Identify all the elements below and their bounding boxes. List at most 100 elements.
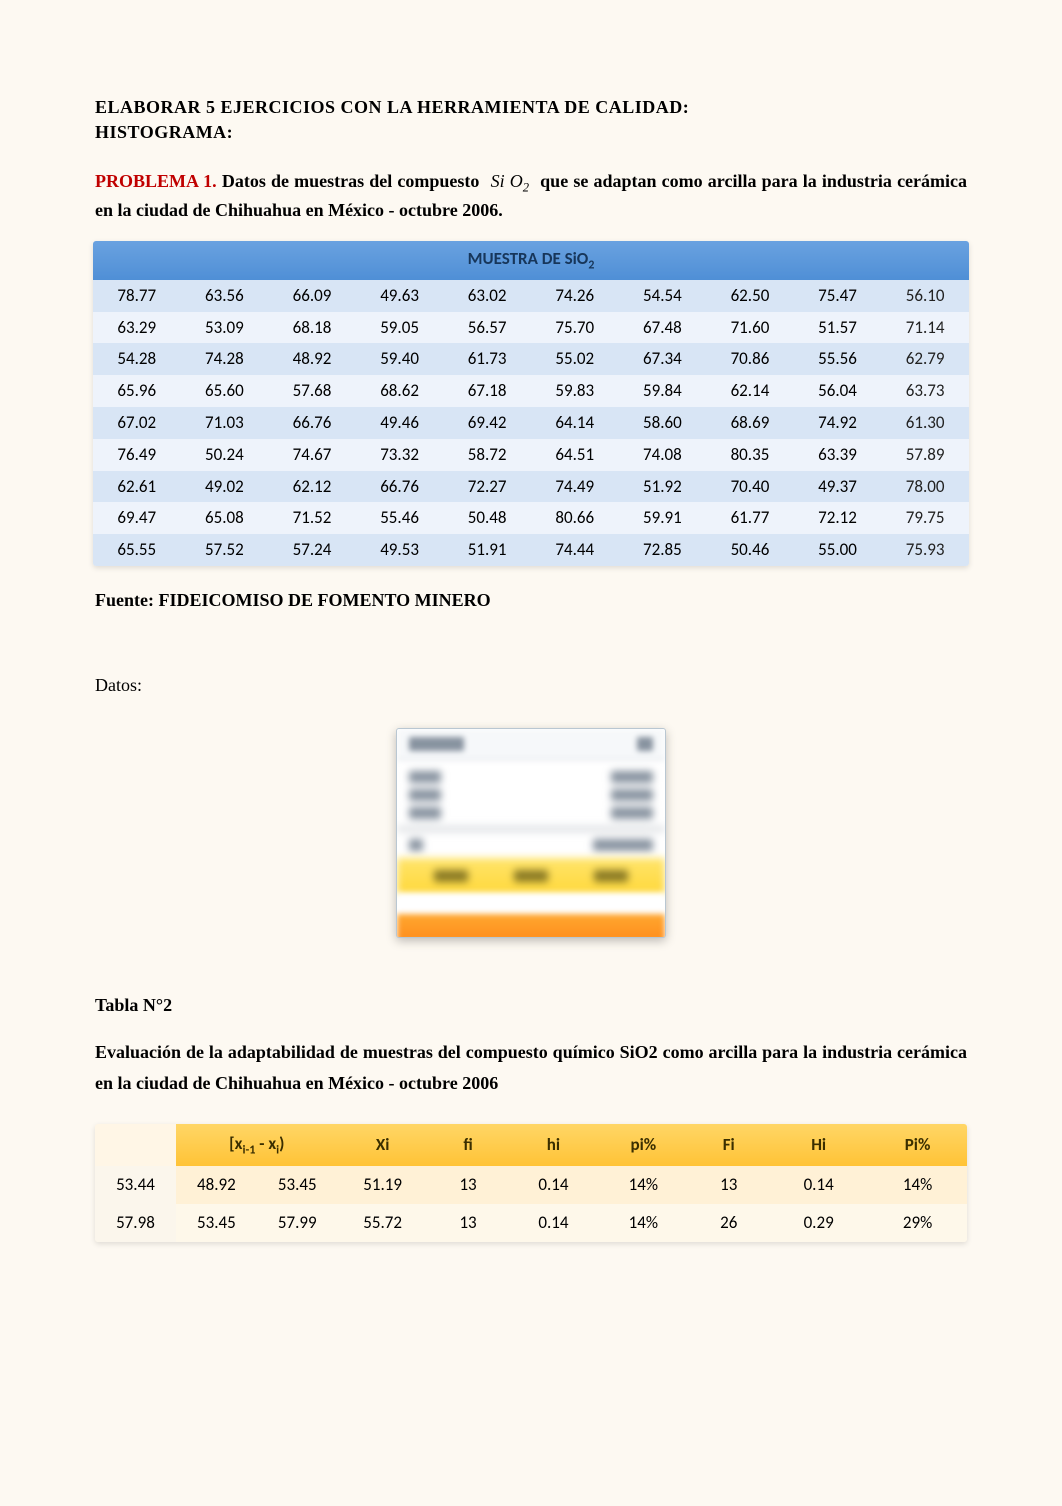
formula-base: Si O	[491, 171, 523, 191]
data-cell: 64.51	[531, 439, 619, 471]
data-cell: 54.28	[93, 343, 181, 375]
data-cell: 53.09	[181, 312, 269, 344]
data-cell: 50.24	[181, 439, 269, 471]
tabla-n2-label: Tabla N°2	[95, 993, 967, 1018]
data-cell: 69.47	[93, 502, 181, 534]
data-cell: 55.72	[338, 1204, 428, 1242]
data-cell: 49.37	[794, 471, 882, 503]
data-cell: 49.46	[356, 407, 444, 439]
data-cell: 65.60	[181, 375, 269, 407]
data-cell: 68.18	[268, 312, 356, 344]
data-cell: 59.84	[619, 375, 707, 407]
data-cell: 63.39	[794, 439, 882, 471]
data-cell: 69.42	[443, 407, 531, 439]
data-cell: 63.73	[881, 375, 969, 407]
data-cell: 67.34	[619, 343, 707, 375]
data-cell: 53.45	[257, 1166, 338, 1204]
data-cell: 54.54	[619, 280, 707, 312]
data-cell: 50.48	[443, 502, 531, 534]
problem-label: PROBLEMA 1.	[95, 171, 217, 191]
table-row: 69.4765.0871.5255.4650.4880.6659.9161.77…	[93, 502, 969, 534]
t2-int-mid: - x	[255, 1133, 276, 1154]
data-cell: 74.49	[531, 471, 619, 503]
data-cell: 50.46	[706, 534, 794, 566]
t2-interval-header: [xi-1 - xi)	[176, 1124, 338, 1167]
data-cell: 29%	[868, 1204, 967, 1242]
data-cell: 67.18	[443, 375, 531, 407]
t2-int-l: [x	[229, 1133, 242, 1154]
data-cell: 74.92	[794, 407, 882, 439]
data-cell: 57.24	[268, 534, 356, 566]
data-cell: 57.68	[268, 375, 356, 407]
data-cell: 71.60	[706, 312, 794, 344]
data-cell: 78.77	[93, 280, 181, 312]
data-cell: 56.04	[794, 375, 882, 407]
muestra-table: MUESTRA DE SiO2 78.7763.5666.0949.6363.0…	[93, 241, 969, 566]
data-cell: 13	[428, 1204, 509, 1242]
t2-pi-header: pi%	[598, 1124, 688, 1167]
table1-title: MUESTRA DE SiO2	[93, 241, 969, 280]
data-cell: 55.46	[356, 502, 444, 534]
data-cell: 58.72	[443, 439, 531, 471]
data-cell: 55.00	[794, 534, 882, 566]
data-cell: 62.79	[881, 343, 969, 375]
data-cell: 66.76	[356, 471, 444, 503]
data-cell: 74.44	[531, 534, 619, 566]
data-cell: 71.52	[268, 502, 356, 534]
data-cell: 0.14	[769, 1166, 868, 1204]
table-row: 57.9853.4557.9955.72130.1414%260.2929%	[95, 1204, 967, 1242]
data-cell: 64.14	[531, 407, 619, 439]
data-cell: 71.14	[881, 312, 969, 344]
data-cell: 14%	[598, 1166, 688, 1204]
data-cell: 56.10	[881, 280, 969, 312]
data-cell: 68.62	[356, 375, 444, 407]
data-cell: 74.08	[619, 439, 707, 471]
t2-hi-header: hi	[509, 1124, 599, 1167]
data-cell: 65.08	[181, 502, 269, 534]
data-cell: 53.45	[176, 1204, 257, 1242]
data-cell: 62.50	[706, 280, 794, 312]
data-cell: 74.26	[531, 280, 619, 312]
data-cell: 57.52	[181, 534, 269, 566]
datos-label: Datos:	[95, 673, 967, 698]
data-cell: 70.86	[706, 343, 794, 375]
data-cell: 51.91	[443, 534, 531, 566]
data-cell: 49.63	[356, 280, 444, 312]
source-line: Fuente: FIDEICOMISO DE FOMENTO MINERO	[95, 588, 967, 613]
data-cell: 63.29	[93, 312, 181, 344]
data-cell: 78.00	[881, 471, 969, 503]
data-cell: 65.55	[93, 534, 181, 566]
table-row: 62.6149.0262.1266.7672.2774.4951.9270.40…	[93, 471, 969, 503]
data-cell: 68.69	[706, 407, 794, 439]
data-cell: 59.91	[619, 502, 707, 534]
data-cell: 62.12	[268, 471, 356, 503]
data-cell: 74.67	[268, 439, 356, 471]
table-row: 76.4950.2474.6773.3258.7264.5174.0880.35…	[93, 439, 969, 471]
data-cell: 63.56	[181, 280, 269, 312]
blurred-summary-table	[396, 728, 666, 938]
data-cell: 79.75	[881, 502, 969, 534]
data-cell: 13	[428, 1166, 509, 1204]
table-row: 53.4448.9253.4551.19130.1414%130.1414%	[95, 1166, 967, 1204]
data-cell: 74.28	[181, 343, 269, 375]
data-cell: 48.92	[176, 1166, 257, 1204]
data-cell: 63.02	[443, 280, 531, 312]
table1-container: MUESTRA DE SiO2 78.7763.5666.0949.6363.0…	[93, 241, 969, 566]
data-cell: 14%	[598, 1204, 688, 1242]
data-cell: 75.70	[531, 312, 619, 344]
data-cell: 26	[688, 1204, 769, 1242]
data-cell: 75.93	[881, 534, 969, 566]
table-row: 63.2953.0968.1859.0556.5775.7067.4871.60…	[93, 312, 969, 344]
table1-title-text: MUESTRA DE SiO	[468, 248, 589, 269]
data-cell: 56.57	[443, 312, 531, 344]
table1-title-sub: 2	[588, 258, 594, 272]
data-cell: 67.02	[93, 407, 181, 439]
data-cell: 49.02	[181, 471, 269, 503]
table-row: 65.5557.5257.2449.5351.9174.4472.8550.46…	[93, 534, 969, 566]
data-cell: 80.35	[706, 439, 794, 471]
formula-sub: 2	[523, 181, 529, 195]
data-cell: 51.57	[794, 312, 882, 344]
t2-int-lsub: i-1	[243, 1142, 256, 1157]
data-cell: 62.14	[706, 375, 794, 407]
problem-formula: Si O2	[485, 171, 535, 191]
